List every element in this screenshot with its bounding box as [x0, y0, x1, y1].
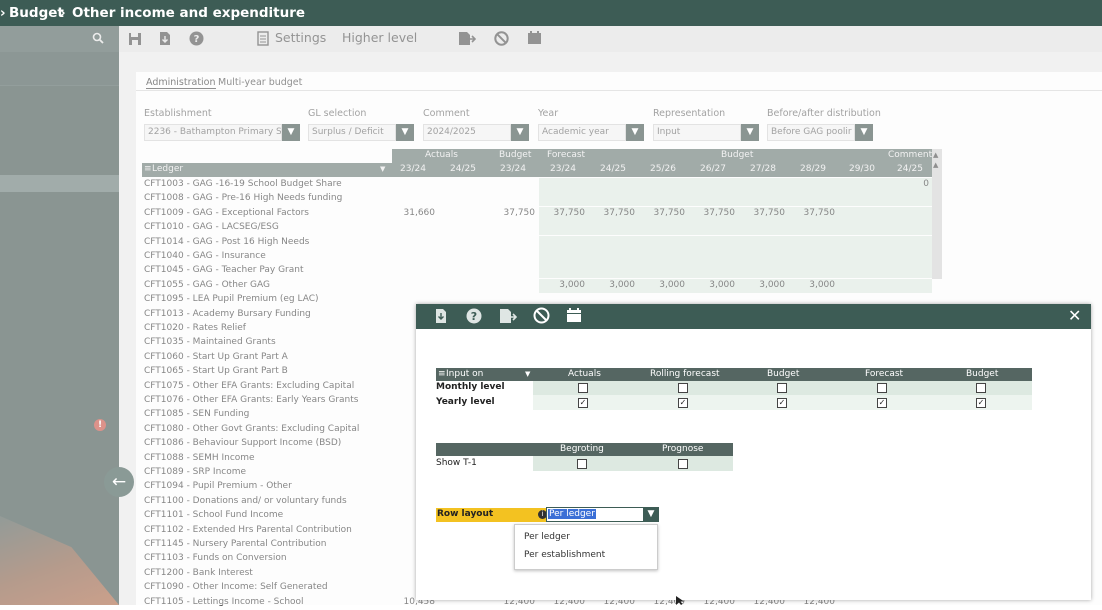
monthly-level-label: Monthly level [436, 382, 505, 392]
breadcrumb-separator: › [60, 5, 66, 21]
row-layout-label: Row layout [436, 508, 552, 522]
row-layout-select[interactable]: Per ledger [546, 507, 644, 522]
option-per-establishment[interactable]: Per establishment [524, 550, 605, 560]
monthly-checkbox[interactable] [976, 383, 986, 393]
show-table-header: Begroting Prognose [436, 443, 733, 456]
show-t1-begroting-checkbox[interactable] [577, 459, 587, 469]
show-row-bg [533, 456, 733, 471]
monthly-checkbox[interactable] [777, 383, 787, 393]
top-bar: › Budget › Other income and expenditure [0, 0, 1102, 26]
row-layout-options: Per ledger Per establishment [514, 524, 658, 570]
yearly-checkbox[interactable]: ✓ [777, 398, 787, 408]
col-forecast: Forecast [865, 369, 904, 379]
chevron-down-icon[interactable]: ▼ [525, 370, 530, 378]
dialog-toolbar: ? ✕ [416, 304, 1091, 329]
monthly-checkbox[interactable] [578, 383, 588, 393]
input-settings-dialog: ? ✕ ≡ Input on ▼ Actuals Rolling forecas… [416, 304, 1091, 600]
cancel-icon[interactable] [533, 307, 550, 324]
calendar-icon[interactable] [566, 308, 582, 323]
yearly-checkbox[interactable]: ✓ [877, 398, 887, 408]
yearly-level-label: Yearly level [436, 397, 495, 407]
breadcrumb-item-budget[interactable]: Budget [9, 5, 64, 21]
option-per-ledger[interactable]: Per ledger [524, 532, 570, 542]
cursor-icon [676, 596, 684, 605]
monthly-checkbox[interactable] [877, 383, 887, 393]
page-title: Other income and expenditure [72, 5, 306, 21]
row-layout-dropdown-button[interactable]: ▼ [643, 507, 659, 522]
menu-icon[interactable]: ≡ [438, 369, 446, 379]
yearly-checkbox[interactable]: ✓ [976, 398, 986, 408]
yearly-checkbox[interactable]: ✓ [578, 398, 588, 408]
show-t1-prognose-checkbox[interactable] [678, 459, 688, 469]
col-budget-2: Budget [966, 369, 999, 379]
col-budget: Budget [767, 369, 800, 379]
input-table-header: ≡ Input on ▼ Actuals Rolling forecast Bu… [436, 368, 1032, 381]
import-icon[interactable] [435, 308, 448, 324]
monthly-checkbox[interactable] [678, 383, 688, 393]
svg-text:?: ? [471, 310, 477, 323]
back-arrow-icon[interactable]: ← [104, 467, 134, 497]
input-on-header: Input on [446, 369, 484, 379]
col-prognose: Prognose [662, 444, 704, 454]
col-actuals: Actuals [568, 369, 601, 379]
col-rolling-forecast: Rolling forecast [650, 369, 720, 379]
close-icon[interactable]: ✕ [1068, 306, 1081, 325]
help-icon[interactable]: ? [466, 308, 482, 324]
col-begroting: Begroting [560, 444, 604, 454]
show-t1-label: Show T-1 [436, 458, 477, 468]
yearly-checkbox[interactable]: ✓ [678, 398, 688, 408]
breadcrumb-separator: › [0, 5, 6, 21]
row-layout-selected[interactable]: Per ledger [548, 509, 596, 519]
export-icon[interactable] [499, 308, 517, 324]
